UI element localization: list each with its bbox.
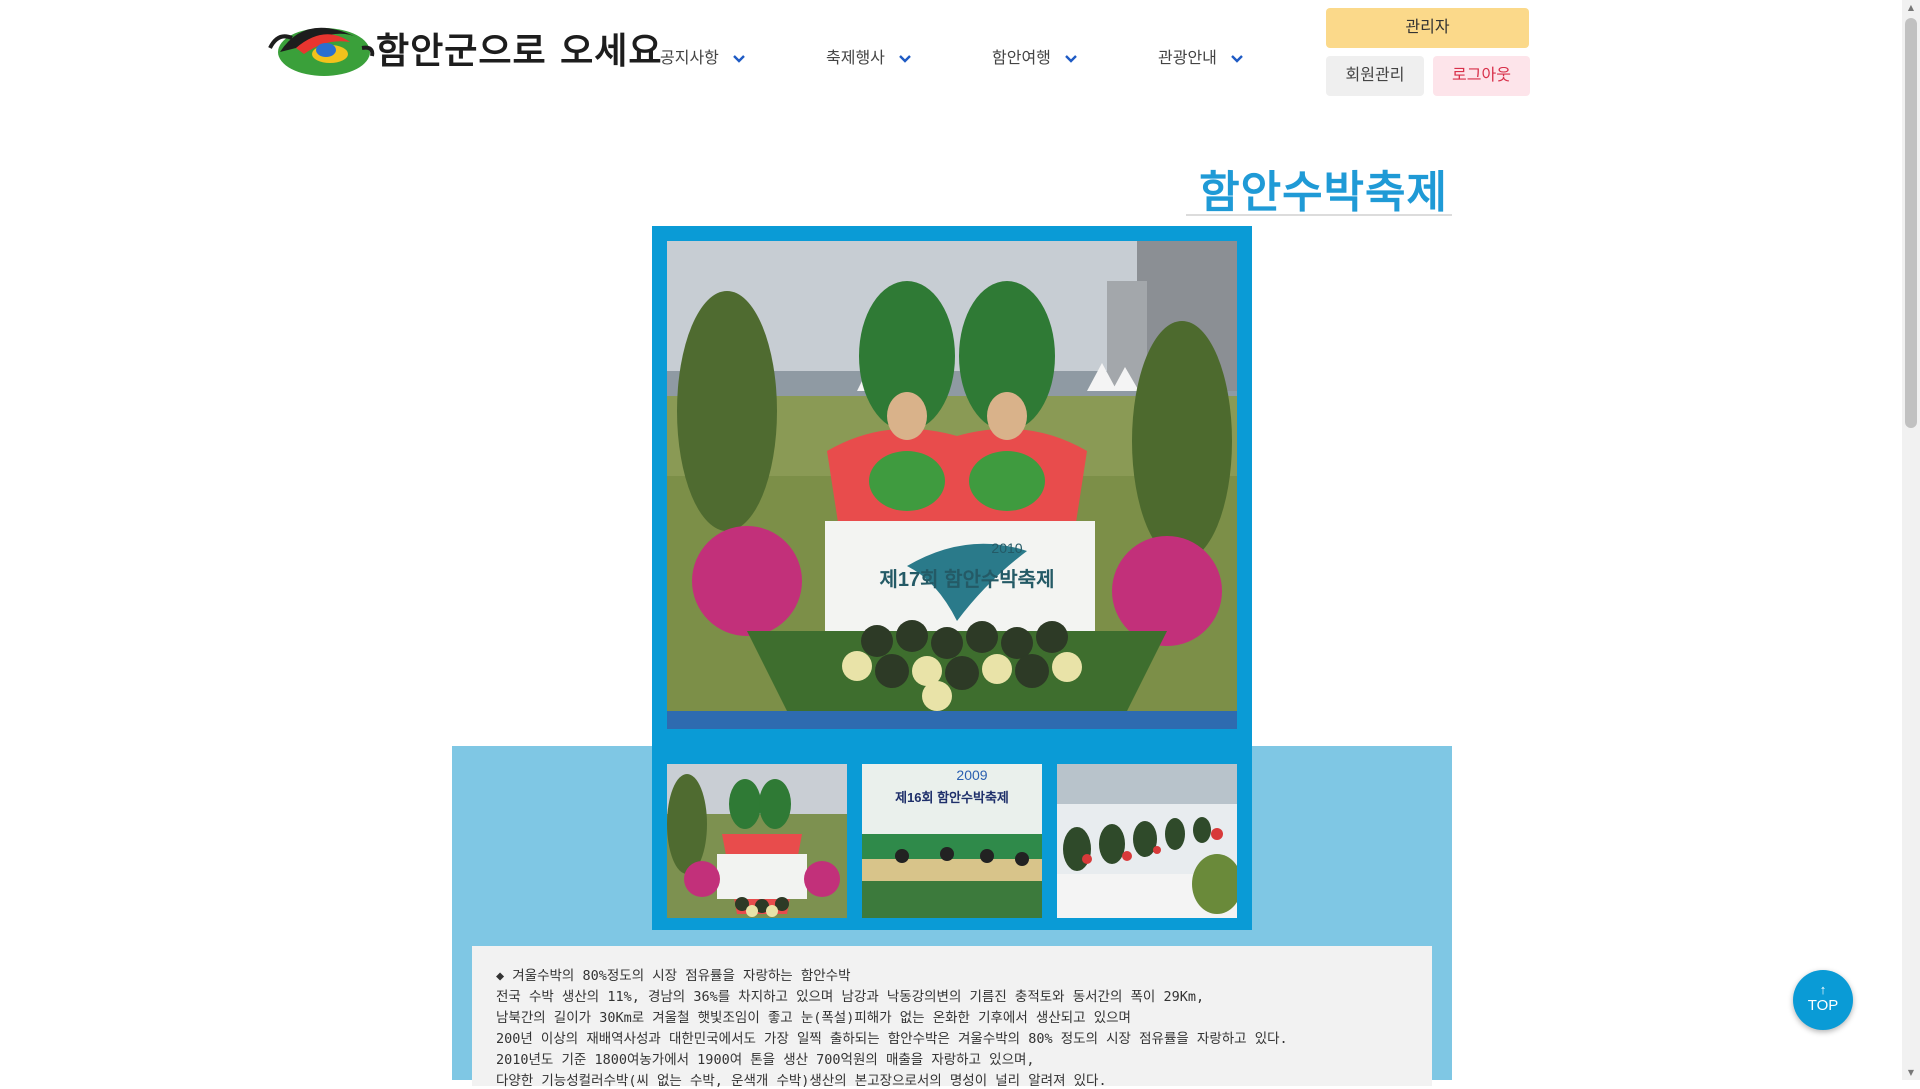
thumb2-year: 2009 [956,767,987,783]
logout-button[interactable]: 로그아웃 [1433,56,1530,96]
chevron-down-icon [733,54,745,63]
description-box: ◆ 겨울수박의 80%정도의 시장 점유률을 자랑하는 함안수박 전국 수박 생… [472,946,1432,1089]
description-line: 다양한 기능성컬러수박(씨 없는 수박, 운색개 수박)생산의 본고장으로서의 … [496,1073,1107,1089]
nav-item-label: 공지사항 [660,50,719,67]
site-logo[interactable]: 함안군으로 오세요 [266,8,662,78]
nav-item-label: 축제행사 [826,50,885,67]
description-line: 200년 이상의 재배역사성과 대한민국에서도 가장 일찍 출하되는 함안수박은… [496,1031,1288,1047]
gallery-thumbnail-1[interactable] [667,764,847,918]
top-button-label: TOP [1807,997,1839,1014]
description-heading: ◆ 겨울수박의 80%정도의 시장 점유률을 자랑하는 함안수박 [496,968,851,984]
scroll-up-arrow-icon[interactable]: ▲ [1906,3,1916,13]
scrollbar-thumb[interactable] [1905,18,1917,428]
page-title-text: 함안수박축제 [1199,168,1448,217]
logo-text: 함안군으로 오세요 [376,30,663,72]
thumbnail-photo [667,764,847,918]
chevron-down-icon [899,54,911,63]
chevron-down-icon [1231,54,1243,63]
member-management-button[interactable]: 회원관리 [1326,56,1424,96]
scroll-down-arrow-icon[interactable]: ▼ [1906,1068,1916,1078]
gallery-thumbnail-3[interactable] [1057,764,1237,918]
description-line: 2010년도 기준 1800여농가에서 1900여 톤을 생산 700억원의 매… [496,1052,1035,1068]
page-title: 함안수박축제 [1186,150,1452,217]
description-line: 남북간의 길이가 30Km로 겨울철 햇빛조임이 좋고 눈(폭설)피해가 없는 … [496,1010,1131,1026]
nav-item-festival[interactable]: 축제행사 [826,44,911,68]
nav-item-tour-info[interactable]: 관광안내 [1158,44,1243,68]
arrow-up-icon: ↑ [1819,982,1827,997]
scroll-to-top-button[interactable]: ↑ TOP [1793,970,1853,1030]
festival-photo: 제17회 함안수박축제 2010 [667,241,1237,729]
nav-item-label: 관광안내 [1158,50,1217,67]
banner-year: 2010 [991,540,1022,556]
thumbnail-photo: 2009 제16회 함안수박축제 [862,764,1042,918]
thumb2-text: 제16회 함안수박축제 [895,790,1009,805]
gallery-thumbnail-2[interactable]: 2009 제16회 함안수박축제 [862,764,1042,918]
photo-gallery: 제17회 함안수박축제 2010 2009 제16회 함안수박축제 [652,226,1252,930]
chevron-down-icon [1065,54,1077,63]
nav-item-travel[interactable]: 함안여행 [992,44,1077,68]
nav-item-notice[interactable]: 공지사항 [660,44,745,68]
main-photo: 제17회 함안수박축제 2010 [667,241,1237,729]
thumbnail-photo [1057,764,1237,918]
nav-item-label: 함안여행 [992,50,1051,67]
banner-text: 제17회 함안수박축제 [879,568,1054,591]
watermelon-logo-icon [268,27,375,76]
admin-button[interactable]: 관리자 [1326,8,1529,48]
description-line: 전국 수박 생산의 11%, 경남의 36%를 차지하고 있으며 남강과 낙동강… [496,989,1205,1005]
